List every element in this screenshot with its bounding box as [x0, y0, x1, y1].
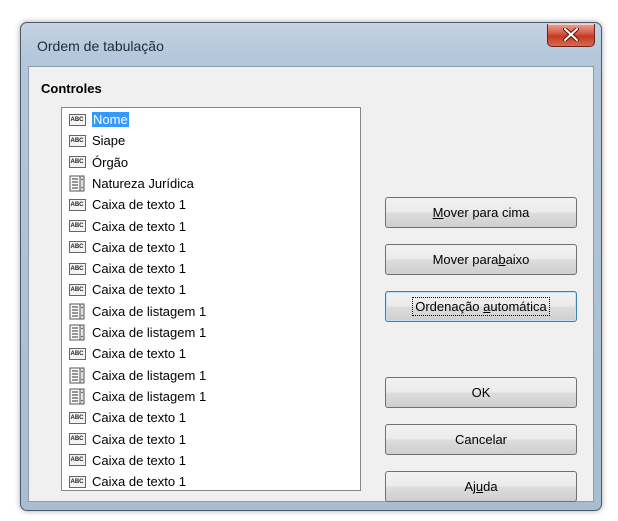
list-item-label: Nome [92, 112, 129, 127]
list-box-icon [68, 367, 86, 384]
text-field-icon: ABC [68, 431, 86, 448]
abc-glyph: ABC [68, 241, 86, 254]
list-item[interactable]: ABC Caixa de texto 1 [68, 216, 348, 237]
text-field-icon: ABC [68, 260, 86, 277]
list-item[interactable]: ABC Caixa de texto 1 [68, 343, 348, 364]
list-item[interactable]: Caixa de listagem 1 [68, 386, 348, 407]
abc-glyph: ABC [68, 198, 86, 211]
list-item[interactable]: ABC Caixa de texto 1 [68, 194, 348, 215]
list-box-icon [68, 388, 86, 405]
text-field-icon: ABC [68, 345, 86, 362]
close-icon [563, 28, 579, 41]
list-box-icon [68, 303, 86, 320]
abc-glyph: ABC [68, 283, 86, 296]
list-item-label: Siape [92, 133, 126, 149]
abc-glyph: ABC [68, 347, 86, 360]
list-item-label: Caixa de listagem 1 [92, 367, 207, 383]
abc-glyph: ABC [68, 113, 86, 126]
text-field-icon: ABC [68, 218, 86, 235]
auto-sort-button[interactable]: Ordenação automática [385, 291, 577, 322]
dialog-title: Ordem de tabulação [37, 38, 164, 54]
list-item[interactable]: Caixa de listagem 1 [68, 301, 348, 322]
help-button[interactable]: Aj u da [385, 471, 577, 502]
list-item[interactable]: ABC Órgão [68, 152, 348, 173]
text-field-icon: ABC [68, 239, 86, 256]
list-item-label: Caixa de listagem 1 [92, 303, 207, 319]
text-field-icon: ABC [68, 452, 86, 469]
abc-glyph: ABC [68, 134, 86, 147]
list-item[interactable]: Natureza Jurídica [68, 173, 348, 194]
list-item-label: Caixa de texto 1 [92, 474, 186, 490]
list-box-icon [68, 324, 86, 341]
text-field-icon: ABC [68, 111, 86, 128]
abc-glyph: ABC [68, 156, 86, 169]
tab-order-dialog: Ordem de tabulação Controles ABC Nome ABC S… [20, 22, 602, 511]
list-item-label: Natureza Jurídica [92, 175, 194, 191]
controls-list[interactable]: ABC Nome ABC Siape ABC Órgão Natureza Jurídica… [61, 107, 361, 491]
focus-ring: Ordenação automática [412, 297, 550, 316]
list-item[interactable]: ABC Caixa de texto 1 [68, 450, 348, 471]
list-item-label: Caixa de texto 1 [92, 197, 186, 213]
dialog-body: Controles ABC Nome ABC Siape ABC Órgão Naturez… [28, 66, 594, 502]
abc-glyph: ABC [68, 475, 86, 488]
abc-glyph: ABC [68, 411, 86, 424]
list-item[interactable]: ABC Caixa de texto 1 [68, 258, 348, 279]
abc-glyph: ABC [68, 262, 86, 275]
text-field-icon: ABC [68, 409, 86, 426]
list-item-label: Caixa de texto 1 [92, 410, 186, 426]
list-item-label: Caixa de listagem 1 [92, 325, 207, 340]
list-item-label: Caixa de texto 1 [92, 239, 186, 255]
list-item[interactable]: ABC Nome [68, 109, 348, 130]
list-item-label: Órgão [92, 154, 129, 170]
list-item-label: Caixa de texto 1 [92, 452, 186, 468]
abc-glyph: ABC [68, 220, 86, 232]
list-item[interactable]: ABC Caixa de texto 1 [68, 237, 348, 258]
move-down-button[interactable]: Mover para b aixo [385, 244, 577, 275]
abc-glyph: ABC [68, 433, 86, 445]
list-item-label: Caixa de listagem 1 [92, 388, 207, 404]
list-item-label: Caixa de texto 1 [92, 218, 186, 234]
text-field-icon: ABC [68, 132, 86, 149]
list-item[interactable]: ABC Caixa de texto 1 [68, 407, 348, 428]
list-item[interactable]: Caixa de listagem 1 [68, 322, 348, 343]
list-item[interactable]: ABC Caixa de texto 1 [68, 429, 348, 450]
move-up-button[interactable]: Mover para cima [385, 197, 577, 228]
list-box-icon [68, 175, 86, 192]
list-item[interactable]: ABC Siape [68, 130, 348, 151]
close-button[interactable] [547, 24, 595, 47]
text-field-icon: ABC [68, 281, 86, 298]
controls-heading: Controles [41, 81, 102, 96]
ok-button[interactable]: OK [385, 377, 577, 408]
list-item[interactable]: Caixa de listagem 1 [68, 365, 348, 386]
title-bar[interactable]: Ordem de tabulação [21, 23, 601, 65]
list-item[interactable]: ABC Caixa de texto 1 [68, 279, 348, 300]
abc-glyph: ABC [68, 454, 86, 467]
text-field-icon: ABC [68, 196, 86, 213]
list-item-label: Caixa de texto 1 [92, 282, 186, 298]
list-item[interactable]: ABC Caixa de texto 1 [68, 471, 348, 492]
list-item-label: Caixa de texto 1 [92, 346, 186, 362]
text-field-icon: ABC [68, 473, 86, 490]
text-field-icon: ABC [68, 154, 86, 171]
list-item-label: Caixa de texto 1 [92, 261, 186, 277]
cancel-button[interactable]: Cancelar [385, 424, 577, 455]
list-item-label: Caixa de texto 1 [92, 431, 186, 447]
